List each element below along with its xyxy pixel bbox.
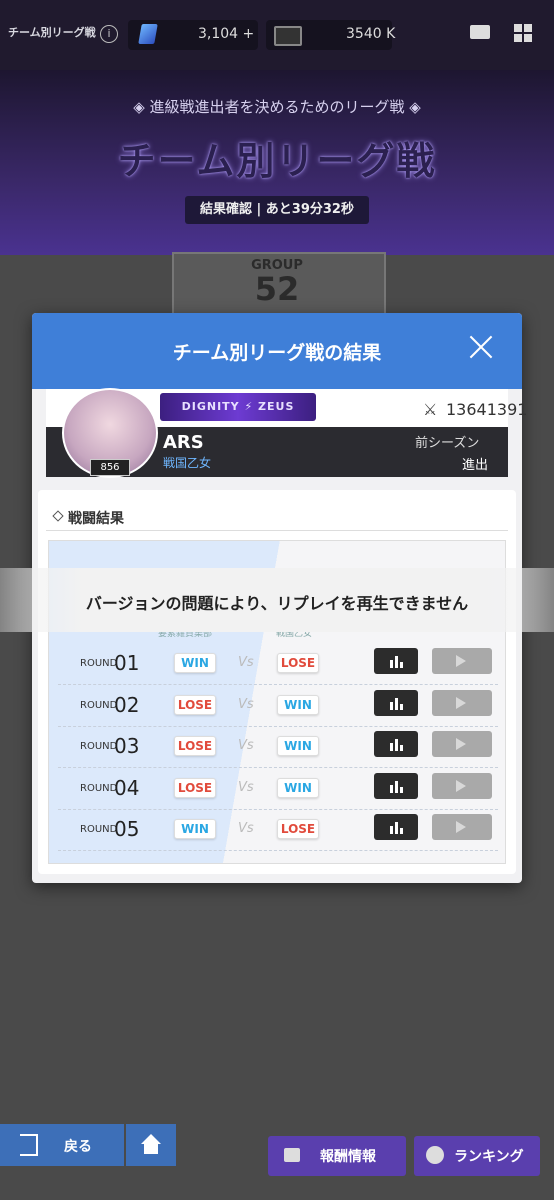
- group-number: 52: [254, 270, 300, 308]
- replay-button[interactable]: [432, 689, 492, 716]
- bar-chart-icon: [395, 697, 398, 710]
- bar-chart-icon: [400, 745, 403, 751]
- stats-button[interactable]: [374, 689, 418, 716]
- bar-chart-icon: [390, 826, 393, 834]
- right-result-badge: LOSE: [277, 819, 319, 839]
- team-emblem: DIGNITY ⚡ ZEUS: [160, 393, 316, 421]
- round-label: ROUND: [80, 824, 118, 835]
- bar-chart-icon: [400, 786, 403, 793]
- gift-box-icon: [284, 1148, 300, 1162]
- close-icon[interactable]: [466, 332, 496, 362]
- stats-button[interactable]: [374, 731, 418, 757]
- right-result-badge: WIN: [277, 777, 319, 798]
- replay-button[interactable]: [432, 814, 492, 840]
- modal-title: チーム別リーグ戦の結果: [172, 342, 382, 364]
- round-label: ROUND: [80, 658, 118, 669]
- bar-chart-icon: [390, 701, 393, 710]
- stats-button[interactable]: [374, 814, 418, 840]
- crossed-swords-icon: ⚔: [423, 400, 438, 419]
- vs-icon: Vs: [238, 655, 254, 670]
- reward-info-label: 報酬情報: [320, 1149, 376, 1165]
- ranking-label: ランキング: [454, 1149, 524, 1165]
- stats-button[interactable]: [374, 772, 418, 799]
- bar-chart-icon: [395, 656, 398, 668]
- team-subname: 戦国乙女: [163, 456, 212, 470]
- home-icon: [141, 1134, 161, 1144]
- round-label: ROUND: [80, 782, 118, 794]
- round-label: ROUND: [80, 741, 118, 752]
- vs-icon: Vs: [238, 821, 254, 836]
- round-label: ROUND: [80, 699, 118, 711]
- result-timer: 結果確認 | あと39分32秒: [185, 196, 369, 224]
- round-number: 02: [114, 692, 140, 717]
- left-result-badge: WIN: [174, 653, 216, 673]
- right-result-badge: WIN: [277, 736, 319, 756]
- screen-title: チーム別リーグ戦: [8, 26, 96, 39]
- stats-button[interactable]: [374, 648, 418, 674]
- bar-chart-icon: [390, 743, 393, 751]
- bar-chart-icon: [400, 703, 403, 710]
- bar-chart-icon: [400, 828, 403, 834]
- vs-icon: Vs: [238, 696, 254, 712]
- team-power: 13641391: [446, 400, 528, 419]
- back-icon: [20, 1134, 38, 1156]
- back-button[interactable]: [0, 1124, 124, 1166]
- bar-chart-icon: [395, 822, 398, 834]
- bar-chart-icon: [390, 784, 393, 793]
- ticket-amount: 3540 K: [346, 26, 396, 42]
- round-number: 05: [114, 817, 140, 841]
- gem-amount: 3,104 +: [198, 26, 255, 42]
- bar-chart-icon: [395, 739, 398, 751]
- replay-button[interactable]: [432, 772, 492, 799]
- home-icon-base: [144, 1144, 158, 1154]
- banner-title: チーム別リーグ戦: [117, 139, 437, 183]
- round-number: 01: [114, 651, 140, 675]
- mail-icon[interactable]: [470, 25, 490, 39]
- back-label: 戻る: [64, 1139, 92, 1155]
- left-result-badge: LOSE: [174, 694, 216, 715]
- round-number: 04: [114, 775, 140, 800]
- left-result-badge: LOSE: [174, 777, 216, 798]
- bar-chart-icon: [395, 780, 398, 793]
- previous-season-label: 前シーズン: [415, 436, 480, 451]
- replay-button[interactable]: [432, 731, 492, 757]
- vs-icon: Vs: [238, 738, 254, 753]
- toast-message: バージョンの問題により、リプレイを再生できません: [85, 594, 469, 613]
- menu-grid-icon[interactable]: [514, 24, 532, 42]
- round-number: 03: [114, 734, 140, 758]
- replay-button[interactable]: [432, 648, 492, 674]
- left-result-badge: LOSE: [174, 736, 216, 756]
- section-title: 戦闘結果: [68, 511, 124, 527]
- previous-season-value: 進出: [462, 458, 489, 473]
- right-result-badge: LOSE: [277, 653, 319, 673]
- medal-icon: [426, 1146, 444, 1164]
- ticket-icon: [274, 26, 302, 46]
- team-level: 856: [90, 459, 130, 476]
- banner-subtitle: ◈ 進級戦進出者を決めるためのリーグ戦 ◈: [133, 98, 421, 116]
- info-icon[interactable]: i: [100, 25, 118, 43]
- bar-chart-icon: [390, 660, 393, 668]
- left-result-badge: WIN: [174, 819, 216, 839]
- bar-chart-icon: [400, 662, 403, 668]
- right-result-badge: WIN: [277, 694, 319, 715]
- vs-icon: Vs: [238, 779, 254, 795]
- team-name: ARS: [163, 432, 204, 453]
